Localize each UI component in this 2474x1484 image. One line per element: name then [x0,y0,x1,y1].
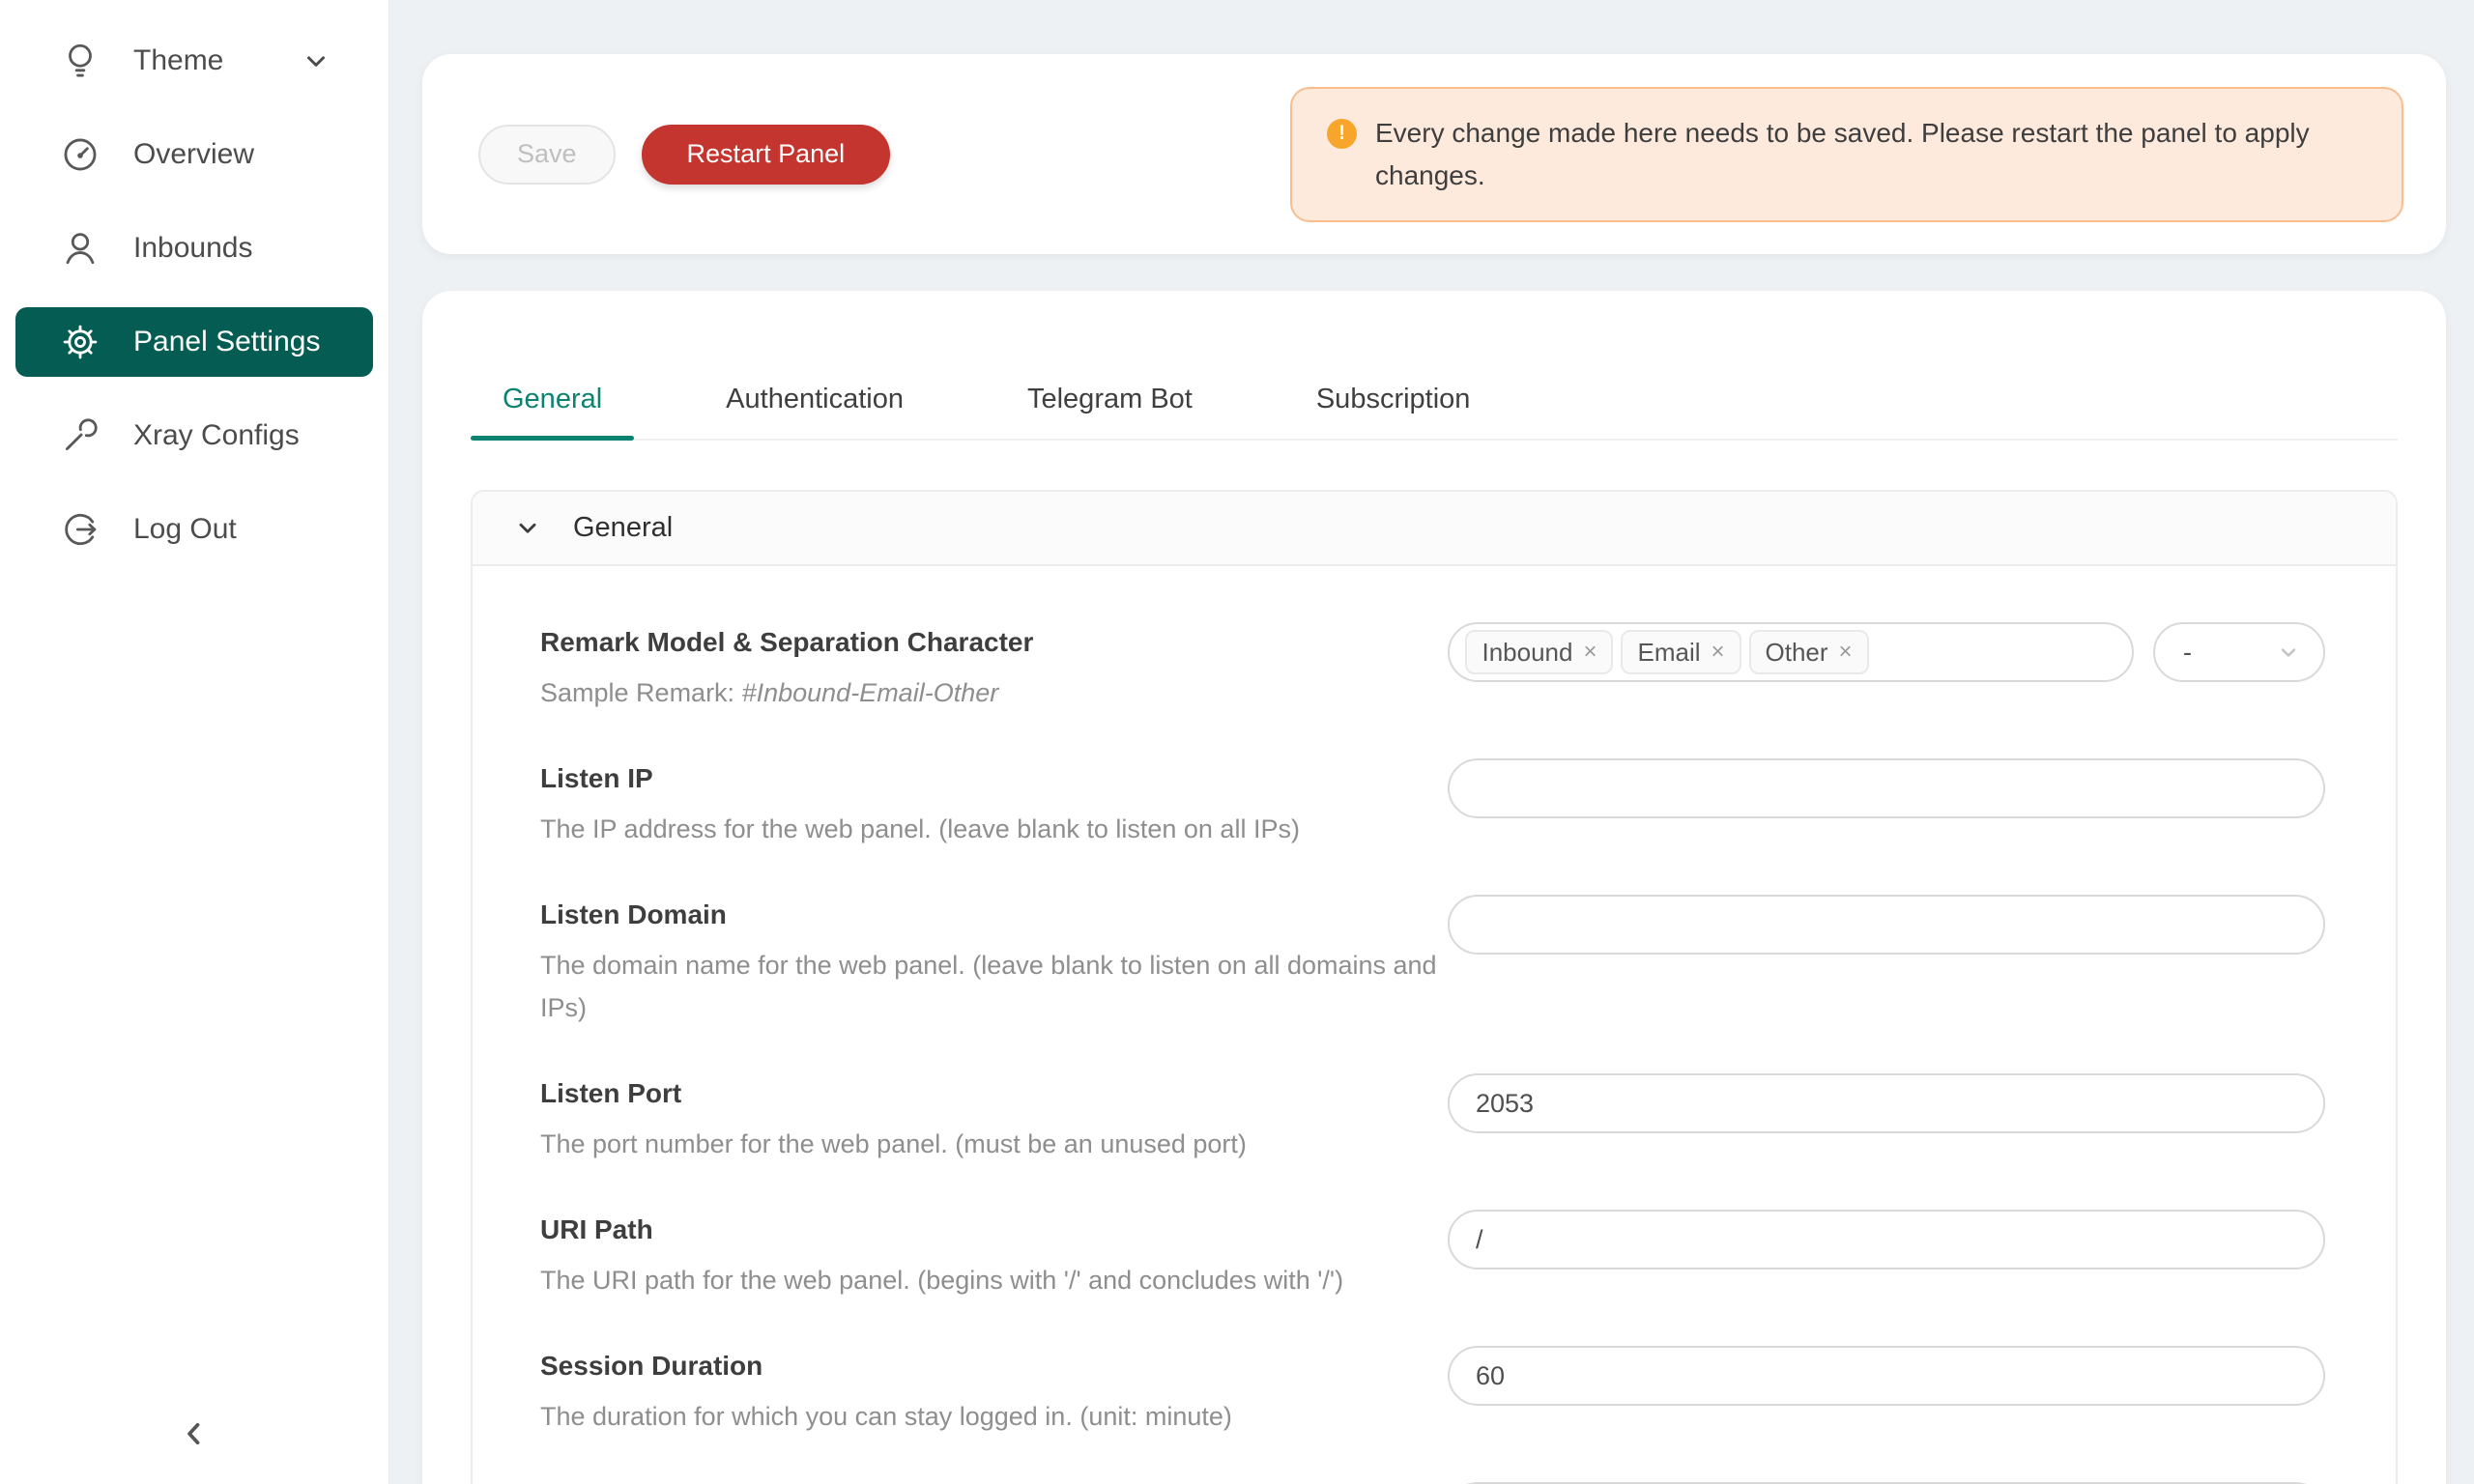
tag-label: Other [1766,638,1828,668]
remove-tag-icon[interactable]: × [1712,641,1725,664]
sidebar-item-label: Theme [133,44,223,77]
sidebar-item-theme[interactable]: Theme [15,26,373,96]
separator-select[interactable]: - [2153,622,2325,682]
general-panel-header[interactable]: General [473,492,2396,566]
action-buttons: Save Restart Panel [478,125,890,185]
row-control [1448,758,2325,818]
chevron-down-icon [2277,641,2300,664]
sidebar-item-label: Xray Configs [133,419,300,452]
row-uri-path: URI Path The URI path for the web panel.… [540,1210,2325,1301]
sidebar-item-label: Panel Settings [133,326,320,358]
logout-icon [60,509,101,550]
main-content: Save Restart Panel ! Every change made h… [389,0,2474,1484]
field-description: The duration for which you can stay logg… [540,1395,1448,1438]
user-icon [60,228,101,269]
row-control [1448,1346,2325,1406]
restart-panel-button[interactable]: Restart Panel [642,125,891,185]
wrench-icon [60,415,101,456]
field-description: The port number for the web panel. (must… [540,1123,1448,1165]
row-control [1448,895,2325,955]
panel-title: General [573,512,673,544]
tag-other: Other × [1749,630,1869,674]
chevron-left-icon [178,1417,211,1450]
tag-inbound: Inbound × [1465,630,1613,674]
field-title: Listen Port [540,1073,1448,1114]
row-label: Session Duration The duration for which … [540,1346,1448,1438]
warning-icon: ! [1327,119,1357,149]
listen-ip-input[interactable] [1448,758,2325,818]
sidebar-item-overview[interactable]: Overview [15,120,373,189]
row-label: Remark Model & Separation Character Samp… [540,622,1448,714]
uri-path-input[interactable] [1448,1210,2325,1270]
general-panel-body: Remark Model & Separation Character Samp… [473,566,2396,1484]
row-session-duration: Session Duration The duration for which … [540,1346,2325,1438]
field-title: URI Path [540,1210,1448,1250]
sidebar-collapse-button[interactable] [165,1405,223,1463]
row-listen-ip: Listen IP The IP address for the web pan… [540,758,2325,850]
sidebar-item-label: Overview [133,138,254,171]
restart-warning-alert: ! Every change made here needs to be sav… [1290,87,2403,222]
field-title: Listen IP [540,758,1448,799]
sidebar-item-log-out[interactable]: Log Out [15,495,373,564]
tab-telegram-bot[interactable]: Telegram Bot [995,383,1224,439]
save-button[interactable]: Save [478,125,616,185]
remove-tag-icon[interactable]: × [1839,641,1853,664]
sidebar-item-label: Inbounds [133,232,252,265]
settings-tabs: General Authentication Telegram Bot Subs… [471,291,2398,441]
row-control: Inbound × Email × Other × - [1448,622,2325,682]
tab-authentication[interactable]: Authentication [694,383,935,439]
session-duration-input[interactable] [1448,1346,2325,1406]
remove-tag-icon[interactable]: × [1583,641,1597,664]
row-control [1448,1073,2325,1133]
row-label: Listen IP The IP address for the web pan… [540,758,1448,850]
actions-card: Save Restart Panel ! Every change made h… [422,54,2446,254]
sidebar: Theme Overview Inbounds Panel Settings [0,0,389,1484]
field-description: The IP address for the web panel. (leave… [540,808,1448,850]
gear-icon [60,322,101,362]
row-listen-domain: Listen Domain The domain name for the we… [540,895,2325,1029]
sidebar-item-xray-configs[interactable]: Xray Configs [15,401,373,471]
row-control [1448,1210,2325,1270]
row-remark-model: Remark Model & Separation Character Samp… [540,622,2325,714]
field-description: The URI path for the web panel. (begins … [540,1259,1448,1301]
tag-label: Email [1637,638,1700,668]
dashboard-icon [60,134,101,175]
row-label: URI Path The URI path for the web panel.… [540,1210,1448,1301]
listen-domain-input[interactable] [1448,895,2325,955]
remark-model-multiselect[interactable]: Inbound × Email × Other × [1448,622,2134,682]
sample-remark-prefix: Sample Remark: [540,678,742,707]
sample-remark-value: #Inbound-Email-Other [742,678,999,707]
field-title: Remark Model & Separation Character [540,622,1448,663]
tag-email: Email × [1621,630,1740,674]
alert-message: Every change made here needs to be saved… [1375,112,2356,197]
chevron-down-icon[interactable] [302,46,331,75]
sidebar-item-panel-settings[interactable]: Panel Settings [15,307,373,377]
tab-general[interactable]: General [471,383,634,439]
tab-subscription[interactable]: Subscription [1284,383,1503,439]
sidebar-item-label: Log Out [133,513,237,546]
row-label: Listen Domain The domain name for the we… [540,895,1448,1029]
listen-port-input[interactable] [1448,1073,2325,1133]
field-description: The domain name for the web panel. (leav… [540,944,1448,1029]
field-title: Session Duration [540,1346,1448,1386]
field-title: Listen Domain [540,895,1448,935]
lightbulb-icon [60,41,101,81]
separator-value: - [2183,638,2192,668]
tag-label: Inbound [1482,638,1572,668]
chevron-down-icon [515,516,540,541]
sidebar-item-inbounds[interactable]: Inbounds [15,214,373,283]
row-label: Listen Port The port number for the web … [540,1073,1448,1165]
general-collapse-panel: General Remark Model & Separation Charac… [471,490,2398,1484]
row-listen-port: Listen Port The port number for the web … [540,1073,2325,1165]
field-description: Sample Remark: #Inbound-Email-Other [540,671,1448,714]
settings-card: General Authentication Telegram Bot Subs… [422,291,2446,1484]
